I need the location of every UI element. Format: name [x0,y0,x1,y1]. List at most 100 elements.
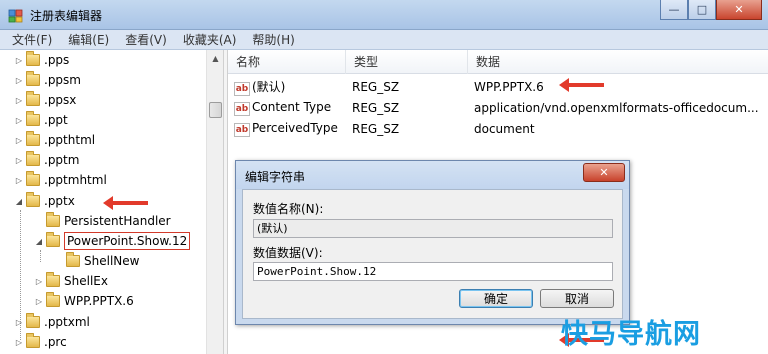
value-data: document [474,121,535,136]
folder-icon [46,212,60,227]
minimize-button[interactable]: — [660,0,688,20]
value-name: Content Type [252,99,332,114]
tree-item-pptxml[interactable]: ▷ .pptxml [14,312,90,332]
folder-open-icon [26,192,40,207]
menu-view[interactable]: 查看(V) [117,31,175,48]
folder-icon [26,91,40,106]
value-row-perceivedtype[interactable]: ab PerceivedType REG_SZ document [228,118,768,139]
scroll-thumb[interactable] [209,102,222,118]
tree-item-label: ShellEx [64,274,108,288]
menu-file[interactable]: 文件(F) [4,31,60,48]
expand-icon[interactable]: ▷ [14,96,24,105]
column-header-type[interactable]: 类型 [346,50,468,74]
expand-icon[interactable]: ▷ [14,76,24,85]
registry-editor-icon [8,9,23,23]
maximize-button[interactable]: □ [688,0,716,20]
value-data: application/vnd.openxmlformats-officedoc… [474,100,759,115]
tree-item-label: .pptxml [44,315,90,329]
column-header-data[interactable]: 数据 [468,50,768,74]
dialog-title-bar: 编辑字符串 ✕ [236,161,629,189]
tree-item-prc[interactable]: ▷ .prc [14,332,67,352]
expand-icon[interactable]: ▷ [14,156,24,165]
folder-icon [66,252,80,267]
annotation-arrow-icon [103,196,148,210]
folder-icon [26,51,40,66]
value-type: REG_SZ [352,100,400,115]
tree-item-powerpoint-show-12[interactable]: ◢ PowerPoint.Show.12 [34,231,191,251]
expand-icon[interactable]: ▷ [14,176,24,185]
folder-open-icon [46,232,60,247]
value-data-input[interactable]: PowerPoint.Show.12 [253,262,613,281]
value-row-default[interactable]: ab (默认) REG_SZ WPP.PPTX.6 [228,76,768,97]
menu-bar: 文件(F) 编辑(E) 查看(V) 收藏夹(A) 帮助(H) [0,30,768,50]
folder-icon [26,333,40,348]
expand-icon[interactable]: ▷ [14,116,24,125]
tree-item-ppsm[interactable]: ▷ .ppsm [14,70,81,90]
tree-item-shellex[interactable]: ▷ ShellEx [34,271,108,291]
title-bar: 注册表编辑器 — □ ✕ [0,0,768,30]
expand-icon[interactable]: ▷ [14,136,24,145]
tree-item-pptmhtml[interactable]: ▷ .pptmhtml [14,170,107,190]
dialog-body: 数值名称(N): (默认) 数值数据(V): PowerPoint.Show.1… [242,189,623,319]
list-header: 名称 类型 数据 [228,50,768,74]
edit-string-dialog: 编辑字符串 ✕ 数值名称(N): (默认) 数值数据(V): PowerPoin… [235,160,630,325]
tree-guide-line [40,250,41,262]
folder-icon [46,272,60,287]
tree-item-label: .pps [44,53,70,67]
folder-icon [26,171,40,186]
tree-scrollbar[interactable]: ▲ [206,50,223,354]
value-name-label: 数值名称(N): [253,202,324,216]
menu-edit[interactable]: 编辑(E) [60,31,117,48]
expand-icon[interactable]: ▷ [14,338,24,347]
tree-item-label: PowerPoint.Show.12 [64,232,191,250]
tree-item-pptx[interactable]: ◢ .pptx [14,191,75,211]
folder-icon [26,71,40,86]
column-header-name[interactable]: 名称 [228,50,346,74]
tree-item-ppsx[interactable]: ▷ .ppsx [14,90,76,110]
tree-item-label: .pptm [44,153,80,167]
close-button[interactable]: ✕ [716,0,762,20]
expand-icon[interactable]: ▷ [34,277,44,286]
expand-icon[interactable]: ▷ [34,297,44,306]
tree-item-label: ShellNew [84,254,140,268]
tree-item-ppt[interactable]: ▷ .ppt [14,110,68,130]
menu-help[interactable]: 帮助(H) [244,31,302,48]
dialog-close-button[interactable]: ✕ [583,163,625,182]
collapse-icon[interactable]: ◢ [14,197,24,206]
tree-item-label: .ppsx [44,93,77,107]
annotation-arrow-icon [559,78,604,92]
expand-icon[interactable]: ▷ [14,318,24,327]
tree-item-wpp-pptx-6[interactable]: ▷ WPP.PPTX.6 [34,291,134,311]
tree-item-ppthtml[interactable]: ▷ .ppthtml [14,130,95,150]
tree-item-label: .ppt [44,113,68,127]
value-type: REG_SZ [352,121,400,136]
scroll-up-icon[interactable]: ▲ [207,50,224,67]
dialog-title: 编辑字符串 [245,170,306,184]
collapse-icon[interactable]: ◢ [34,237,44,246]
menu-favorites[interactable]: 收藏夹(A) [175,31,245,48]
value-name: PerceivedType [252,120,338,135]
tree-item-label: .ppsm [44,73,81,87]
value-type: REG_SZ [352,79,400,94]
tree-item-label: .prc [44,335,67,349]
folder-icon [26,313,40,328]
folder-icon [26,151,40,166]
string-value-icon: ab [234,101,250,116]
ok-button[interactable]: 确定 [459,289,533,308]
tree-item-label: WPP.PPTX.6 [64,294,134,308]
value-row-content-type[interactable]: ab Content Type REG_SZ application/vnd.op… [228,97,768,118]
window-title: 注册表编辑器 [30,9,103,23]
watermark-text: 快马导航网 [561,319,701,350]
tree-item-label: .pptmhtml [44,173,107,187]
tree-item-persistenthandler[interactable]: PersistentHandler [34,211,171,231]
value-name: (默认) [252,79,286,94]
cancel-button[interactable]: 取消 [540,289,614,308]
tree-item-pptm[interactable]: ▷ .pptm [14,150,79,170]
string-value-icon: ab [234,122,250,137]
expand-icon[interactable]: ▷ [14,56,24,65]
tree-item-shellnew[interactable]: ShellNew [54,251,139,271]
tree-item-label: PersistentHandler [64,214,171,228]
value-data-label: 数值数据(V): [253,246,323,260]
folder-icon [46,292,60,307]
tree-item-pps[interactable]: ▷ .pps [14,50,69,70]
